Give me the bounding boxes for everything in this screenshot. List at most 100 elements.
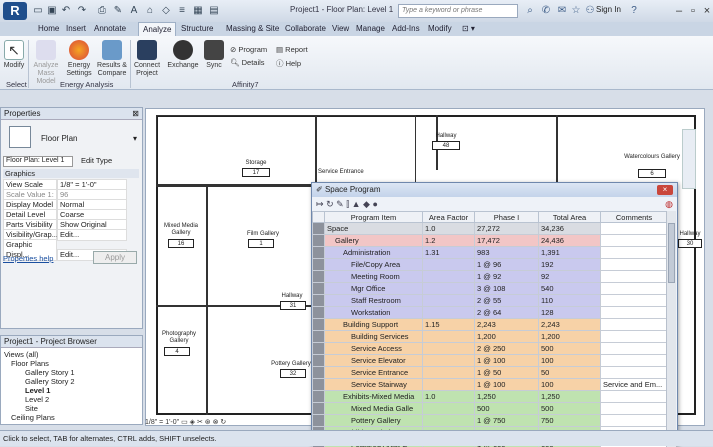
- 3d-view-icon[interactable]: ⌂: [144, 4, 156, 18]
- grid-cell[interactable]: 1.15: [423, 319, 475, 331]
- grid-row[interactable]: Pottery Gallery 1 @ 750750: [313, 415, 668, 427]
- grid-row[interactable]: Gallery1.217,47224,436: [313, 235, 668, 247]
- grid-scrollbar[interactable]: [666, 211, 676, 447]
- grid-cell[interactable]: [423, 307, 475, 319]
- grid-cell[interactable]: 1 @ 100: [475, 379, 539, 391]
- grid-cell[interactable]: [601, 319, 668, 331]
- properties-help-link[interactable]: Properties help: [3, 254, 53, 263]
- row-gutter[interactable]: [313, 271, 325, 283]
- search-input[interactable]: Type a keyword or phrase: [398, 4, 518, 18]
- tab-structure[interactable]: Structure: [177, 22, 217, 36]
- column-header[interactable]: Area Factor: [423, 212, 475, 223]
- column-header[interactable]: Comments: [601, 212, 668, 223]
- program-item-cell[interactable]: Meeting Room: [325, 271, 423, 283]
- tab-add-ins[interactable]: Add-Ins: [388, 22, 424, 36]
- grid-cell[interactable]: [423, 271, 475, 283]
- grid-cell[interactable]: 500: [475, 403, 539, 415]
- grid-cell[interactable]: [601, 247, 668, 259]
- grid-cell[interactable]: [423, 283, 475, 295]
- graphics-group[interactable]: Graphics: [3, 169, 139, 178]
- view-scale[interactable]: 1/8" = 1'-0": [145, 419, 179, 426]
- favorites-icon[interactable]: ☆: [570, 4, 582, 18]
- program-button[interactable]: ⊘ Program: [230, 45, 267, 54]
- navigation-bar[interactable]: [682, 129, 696, 189]
- column-header[interactable]: Program Item: [325, 212, 423, 223]
- grid-row[interactable]: Meeting Room1 @ 9292: [313, 271, 668, 283]
- grid-row[interactable]: Service Stairway1 @ 100100Service and Em…: [313, 379, 668, 391]
- program-item-cell[interactable]: Space: [325, 223, 423, 235]
- grid-row[interactable]: Workstation2 @ 64128: [313, 307, 668, 319]
- tab-collaborate[interactable]: Collaborate: [281, 22, 330, 36]
- column-header[interactable]: Total Area: [539, 212, 601, 223]
- results-compare-button[interactable]: Results & Compare: [96, 40, 128, 78]
- grid-row[interactable]: Mixed Media Galle500500: [313, 403, 668, 415]
- grid-cell[interactable]: 1.0: [423, 391, 475, 403]
- grid-row[interactable]: Building Services1,2001,200: [313, 331, 668, 343]
- grid-row[interactable]: Building Support1.152,2432,243: [313, 319, 668, 331]
- row-gutter[interactable]: [313, 295, 325, 307]
- grid-cell[interactable]: 1 @ 96: [475, 259, 539, 271]
- user-icon[interactable]: ⚇: [584, 4, 596, 18]
- grid-cell[interactable]: [423, 355, 475, 367]
- program-item-cell[interactable]: Building Support: [325, 319, 423, 331]
- tree-node[interactable]: Views (all): [4, 350, 38, 359]
- close-icon[interactable]: ×: [700, 3, 713, 19]
- grid-cell[interactable]: [601, 403, 668, 415]
- row-gutter[interactable]: [313, 355, 325, 367]
- grid-cell[interactable]: [601, 307, 668, 319]
- row-gutter[interactable]: [313, 415, 325, 427]
- tab-massing-site[interactable]: Massing & Site: [222, 22, 283, 36]
- grid-cell[interactable]: [423, 295, 475, 307]
- grid-cell[interactable]: [423, 415, 475, 427]
- print-icon[interactable]: ⎙: [96, 4, 108, 18]
- communication-icon[interactable]: ✉: [556, 4, 568, 18]
- grid-cell[interactable]: 750: [539, 415, 601, 427]
- row-gutter[interactable]: [313, 259, 325, 271]
- grid-cell[interactable]: 1,250: [475, 391, 539, 403]
- grid-cell[interactable]: 1,250: [539, 391, 601, 403]
- save-icon[interactable]: ▣: [46, 4, 58, 18]
- tree-node[interactable]: Gallery Story 1: [25, 368, 75, 377]
- program-item-cell[interactable]: Service Access: [325, 343, 423, 355]
- program-item-cell[interactable]: File/Copy Area: [325, 259, 423, 271]
- program-item-cell[interactable]: Workstation: [325, 307, 423, 319]
- connect-project-button[interactable]: Connect Project: [132, 40, 162, 78]
- program-item-cell[interactable]: Building Services: [325, 331, 423, 343]
- brush-icon[interactable]: ✎: [336, 199, 344, 209]
- tab-view[interactable]: View: [328, 22, 353, 36]
- grid-cell[interactable]: 34,236: [539, 223, 601, 235]
- help-button[interactable]: ⓘ Help: [276, 58, 301, 69]
- row-gutter[interactable]: [313, 235, 325, 247]
- grid-row[interactable]: Service Access2 @ 250500: [313, 343, 668, 355]
- grid-cell[interactable]: 2,243: [539, 319, 601, 331]
- tab-manage[interactable]: Manage: [352, 22, 389, 36]
- program-item-cell[interactable]: Exhibits-Mixed Media: [325, 391, 423, 403]
- instance-selector[interactable]: Floor Plan: Level 1: [3, 156, 73, 167]
- sign-in-link[interactable]: Sign In: [596, 5, 621, 14]
- grid-cell[interactable]: 500: [539, 403, 601, 415]
- expand-icon[interactable]: ↦: [316, 199, 324, 209]
- analyze-mass-model-button[interactable]: Analyze Mass Model: [30, 40, 62, 86]
- grid-cell[interactable]: 1 @ 750: [475, 415, 539, 427]
- room-tag[interactable]: 31: [280, 301, 306, 310]
- grid-row[interactable]: Service Entrance1 @ 5050: [313, 367, 668, 379]
- grid-cell[interactable]: 2 @ 64: [475, 307, 539, 319]
- report-button[interactable]: ▤ Report: [276, 45, 308, 54]
- close-icon[interactable]: ×: [657, 185, 673, 195]
- close-views-icon[interactable]: ▦: [192, 4, 204, 18]
- tab-analyze[interactable]: Analyze: [138, 22, 176, 36]
- grid-cell[interactable]: 100: [539, 379, 601, 391]
- row-gutter[interactable]: [313, 343, 325, 355]
- grid-cell[interactable]: [423, 343, 475, 355]
- minimize-icon[interactable]: –: [672, 3, 686, 19]
- grid-cell[interactable]: 50: [539, 367, 601, 379]
- room-tag[interactable]: 30: [678, 239, 702, 248]
- grid-cell[interactable]: 1,200: [539, 331, 601, 343]
- grid-cell[interactable]: 1 @ 100: [475, 355, 539, 367]
- edit-type-button[interactable]: Edit Type: [81, 156, 112, 165]
- warning-icon[interactable]: ▲: [352, 199, 361, 209]
- row-gutter[interactable]: [313, 403, 325, 415]
- row-gutter[interactable]: [313, 283, 325, 295]
- grid-cell[interactable]: [601, 259, 668, 271]
- program-item-cell[interactable]: Pottery Gallery: [325, 415, 423, 427]
